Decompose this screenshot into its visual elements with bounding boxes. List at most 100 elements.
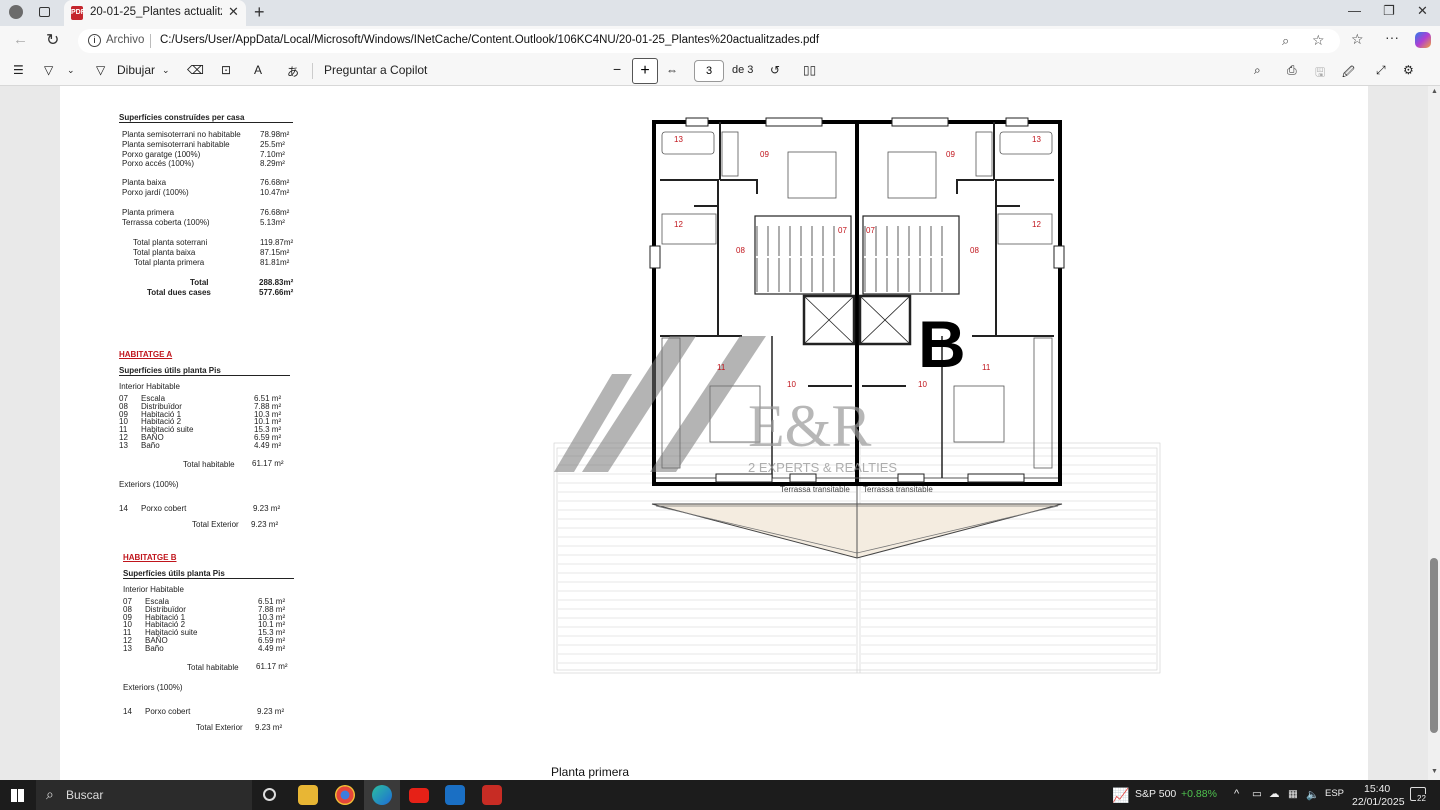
- rotate-icon[interactable]: ↺: [770, 63, 780, 77]
- clock-date[interactable]: 22/01/2025: [1352, 796, 1405, 808]
- highlight-icon[interactable]: ▽: [44, 63, 53, 77]
- edge-icon[interactable]: [372, 785, 392, 805]
- contents-icon[interactable]: ☰: [13, 63, 24, 77]
- fullscreen-icon[interactable]: ⤢: [1376, 63, 1386, 78]
- scroll-up-icon[interactable]: ▲: [1431, 88, 1438, 95]
- zoom-in-button[interactable]: +: [632, 58, 658, 84]
- page-view-icon[interactable]: ▯▯: [803, 63, 816, 77]
- print-icon[interactable]: ⎙: [1287, 63, 1297, 78]
- close-tab-icon[interactable]: ✕: [228, 4, 239, 20]
- pdf-page: Superfícies construïdes per casa Planta …: [60, 86, 1368, 780]
- chevron-down-icon[interactable]: ⌄: [162, 65, 170, 76]
- profile-icon[interactable]: [9, 5, 23, 19]
- room-label-left: 08: [736, 246, 745, 255]
- notification-count: 22: [1416, 794, 1427, 803]
- search-icon[interactable]: ⌕: [1254, 63, 1261, 78]
- search-icon: ⌕: [46, 786, 54, 802]
- translate-icon[interactable]: あ: [287, 63, 299, 80]
- room-label-right: 07: [866, 226, 875, 235]
- omnibox[interactable]: i Archivo C:/Users/User/AppData/Local/Mi…: [78, 29, 1340, 53]
- favorites-icon[interactable]: ☆: [1351, 31, 1364, 48]
- protocol-label: Archivo: [106, 34, 145, 46]
- eraser-icon[interactable]: ⌫: [187, 63, 204, 77]
- zoom-out-icon[interactable]: −: [613, 61, 621, 77]
- info-icon[interactable]: i: [88, 34, 101, 47]
- acrobat-icon[interactable]: [482, 785, 502, 805]
- watermark-logo: [554, 336, 766, 472]
- cloud-icon[interactable]: ☁: [1269, 788, 1280, 800]
- maximize-icon[interactable]: ❐: [1383, 3, 1395, 19]
- zoom-icon[interactable]: ⌕: [1282, 33, 1289, 49]
- page-total: de 3: [732, 64, 754, 76]
- favorite-star-icon[interactable]: ☆: [1312, 32, 1325, 49]
- refresh-icon[interactable]: ↻: [46, 30, 59, 50]
- new-tab-icon[interactable]: +: [254, 2, 265, 23]
- outlook-icon[interactable]: [445, 785, 465, 805]
- divider: [312, 63, 313, 79]
- save-icon[interactable]: 🖫: [1315, 63, 1325, 84]
- chrome-icon[interactable]: [335, 785, 355, 805]
- task-view-icon[interactable]: [263, 788, 276, 801]
- tab-actions-icon[interactable]: [39, 7, 50, 17]
- watermark-brand: E&R: [748, 393, 872, 459]
- text-box-icon[interactable]: ⊡: [221, 63, 231, 77]
- back-icon[interactable]: ←: [13, 31, 28, 48]
- stock-chart-icon: 📈: [1112, 787, 1130, 803]
- stock-change: +0.88%: [1181, 788, 1217, 800]
- pdf-toolbar: ☰ ▽ ⌄ ▽ Dibujar ⌄ ⌫ ⊡ A あ Preguntar a Co…: [0, 56, 1440, 86]
- language-indicator[interactable]: ESP: [1325, 788, 1344, 799]
- room-label-right: 11: [982, 363, 991, 372]
- close-window-icon[interactable]: ✕: [1417, 3, 1428, 19]
- chevron-up-icon[interactable]: ^: [1234, 788, 1239, 800]
- meet-icon[interactable]: ▭: [1252, 788, 1262, 800]
- clock-time[interactable]: 15:40: [1364, 783, 1390, 795]
- pdf-viewer[interactable]: Superfícies construïdes per casa Planta …: [0, 86, 1428, 780]
- room-label-right: 08: [970, 246, 979, 255]
- watermark-tagline: 2 EXPERTS & REALTIES: [748, 460, 898, 475]
- draw-button[interactable]: Dibujar: [117, 63, 155, 77]
- minimize-icon[interactable]: —: [1348, 3, 1361, 18]
- network-icon[interactable]: ▦: [1288, 788, 1298, 800]
- room-label-left: 13: [674, 135, 683, 144]
- fit-width-icon[interactable]: ⇔: [666, 63, 678, 77]
- tab-title: 20-01-25_Plantes actualitzades.pdf: [90, 6, 222, 18]
- youtube-icon[interactable]: [409, 788, 429, 803]
- terrace-label-left: Terrassa transitable: [780, 485, 850, 494]
- scroll-thumb[interactable]: [1430, 558, 1438, 733]
- terrace-label-right: Terrassa transitable: [863, 485, 933, 494]
- ask-copilot-button[interactable]: Preguntar a Copilot: [324, 63, 427, 77]
- room-label-right: 13: [1032, 135, 1041, 144]
- draw-icon[interactable]: ▽: [96, 63, 105, 77]
- chevron-down-icon[interactable]: ⌄: [67, 65, 75, 76]
- room-label-right: 12: [1032, 220, 1041, 229]
- room-label-left: 11: [717, 363, 726, 372]
- taskbar-search[interactable]: ⌕ Buscar: [36, 780, 252, 810]
- address-bar: ← ↻ i Archivo C:/Users/User/AppData/Loca…: [0, 26, 1440, 56]
- room-label-right: 09: [946, 150, 955, 159]
- scroll-down-icon[interactable]: ▼: [1431, 768, 1438, 775]
- divider: [150, 34, 151, 48]
- room-label-left: 10: [787, 380, 796, 389]
- windows-start-icon[interactable]: [11, 789, 24, 802]
- room-label-left: 09: [760, 150, 769, 159]
- vertical-scrollbar[interactable]: ▲ ▼: [1428, 86, 1440, 780]
- url-text[interactable]: C:/Users/User/AppData/Local/Microsoft/Wi…: [160, 34, 819, 46]
- house-letter: B: [918, 307, 966, 381]
- search-label: Buscar: [66, 788, 104, 802]
- copilot-icon[interactable]: [1415, 32, 1431, 48]
- floor-plan-drawing: [553, 117, 1161, 674]
- room-label-left: 07: [838, 226, 847, 235]
- pdf-file-icon: PDF: [71, 6, 85, 20]
- plan-caption: Planta primera: [551, 765, 630, 779]
- tab-pdf[interactable]: PDF 20-01-25_Plantes actualitzades.pdf ✕: [64, 0, 246, 26]
- stock-label[interactable]: S&P 500: [1135, 788, 1176, 800]
- page-number-input[interactable]: 3: [694, 60, 724, 82]
- settings-gear-icon[interactable]: ⚙: [1403, 63, 1414, 77]
- volume-icon[interactable]: 🔈: [1306, 788, 1319, 801]
- file-explorer-icon[interactable]: [298, 785, 318, 805]
- more-menu-icon[interactable]: ···: [1385, 29, 1399, 45]
- read-aloud-icon[interactable]: A: [254, 63, 262, 77]
- room-label-right: 10: [918, 380, 927, 389]
- save-as-icon[interactable]: 🖉: [1342, 63, 1355, 84]
- title-bar: PDF 20-01-25_Plantes actualitzades.pdf ✕…: [0, 0, 1440, 26]
